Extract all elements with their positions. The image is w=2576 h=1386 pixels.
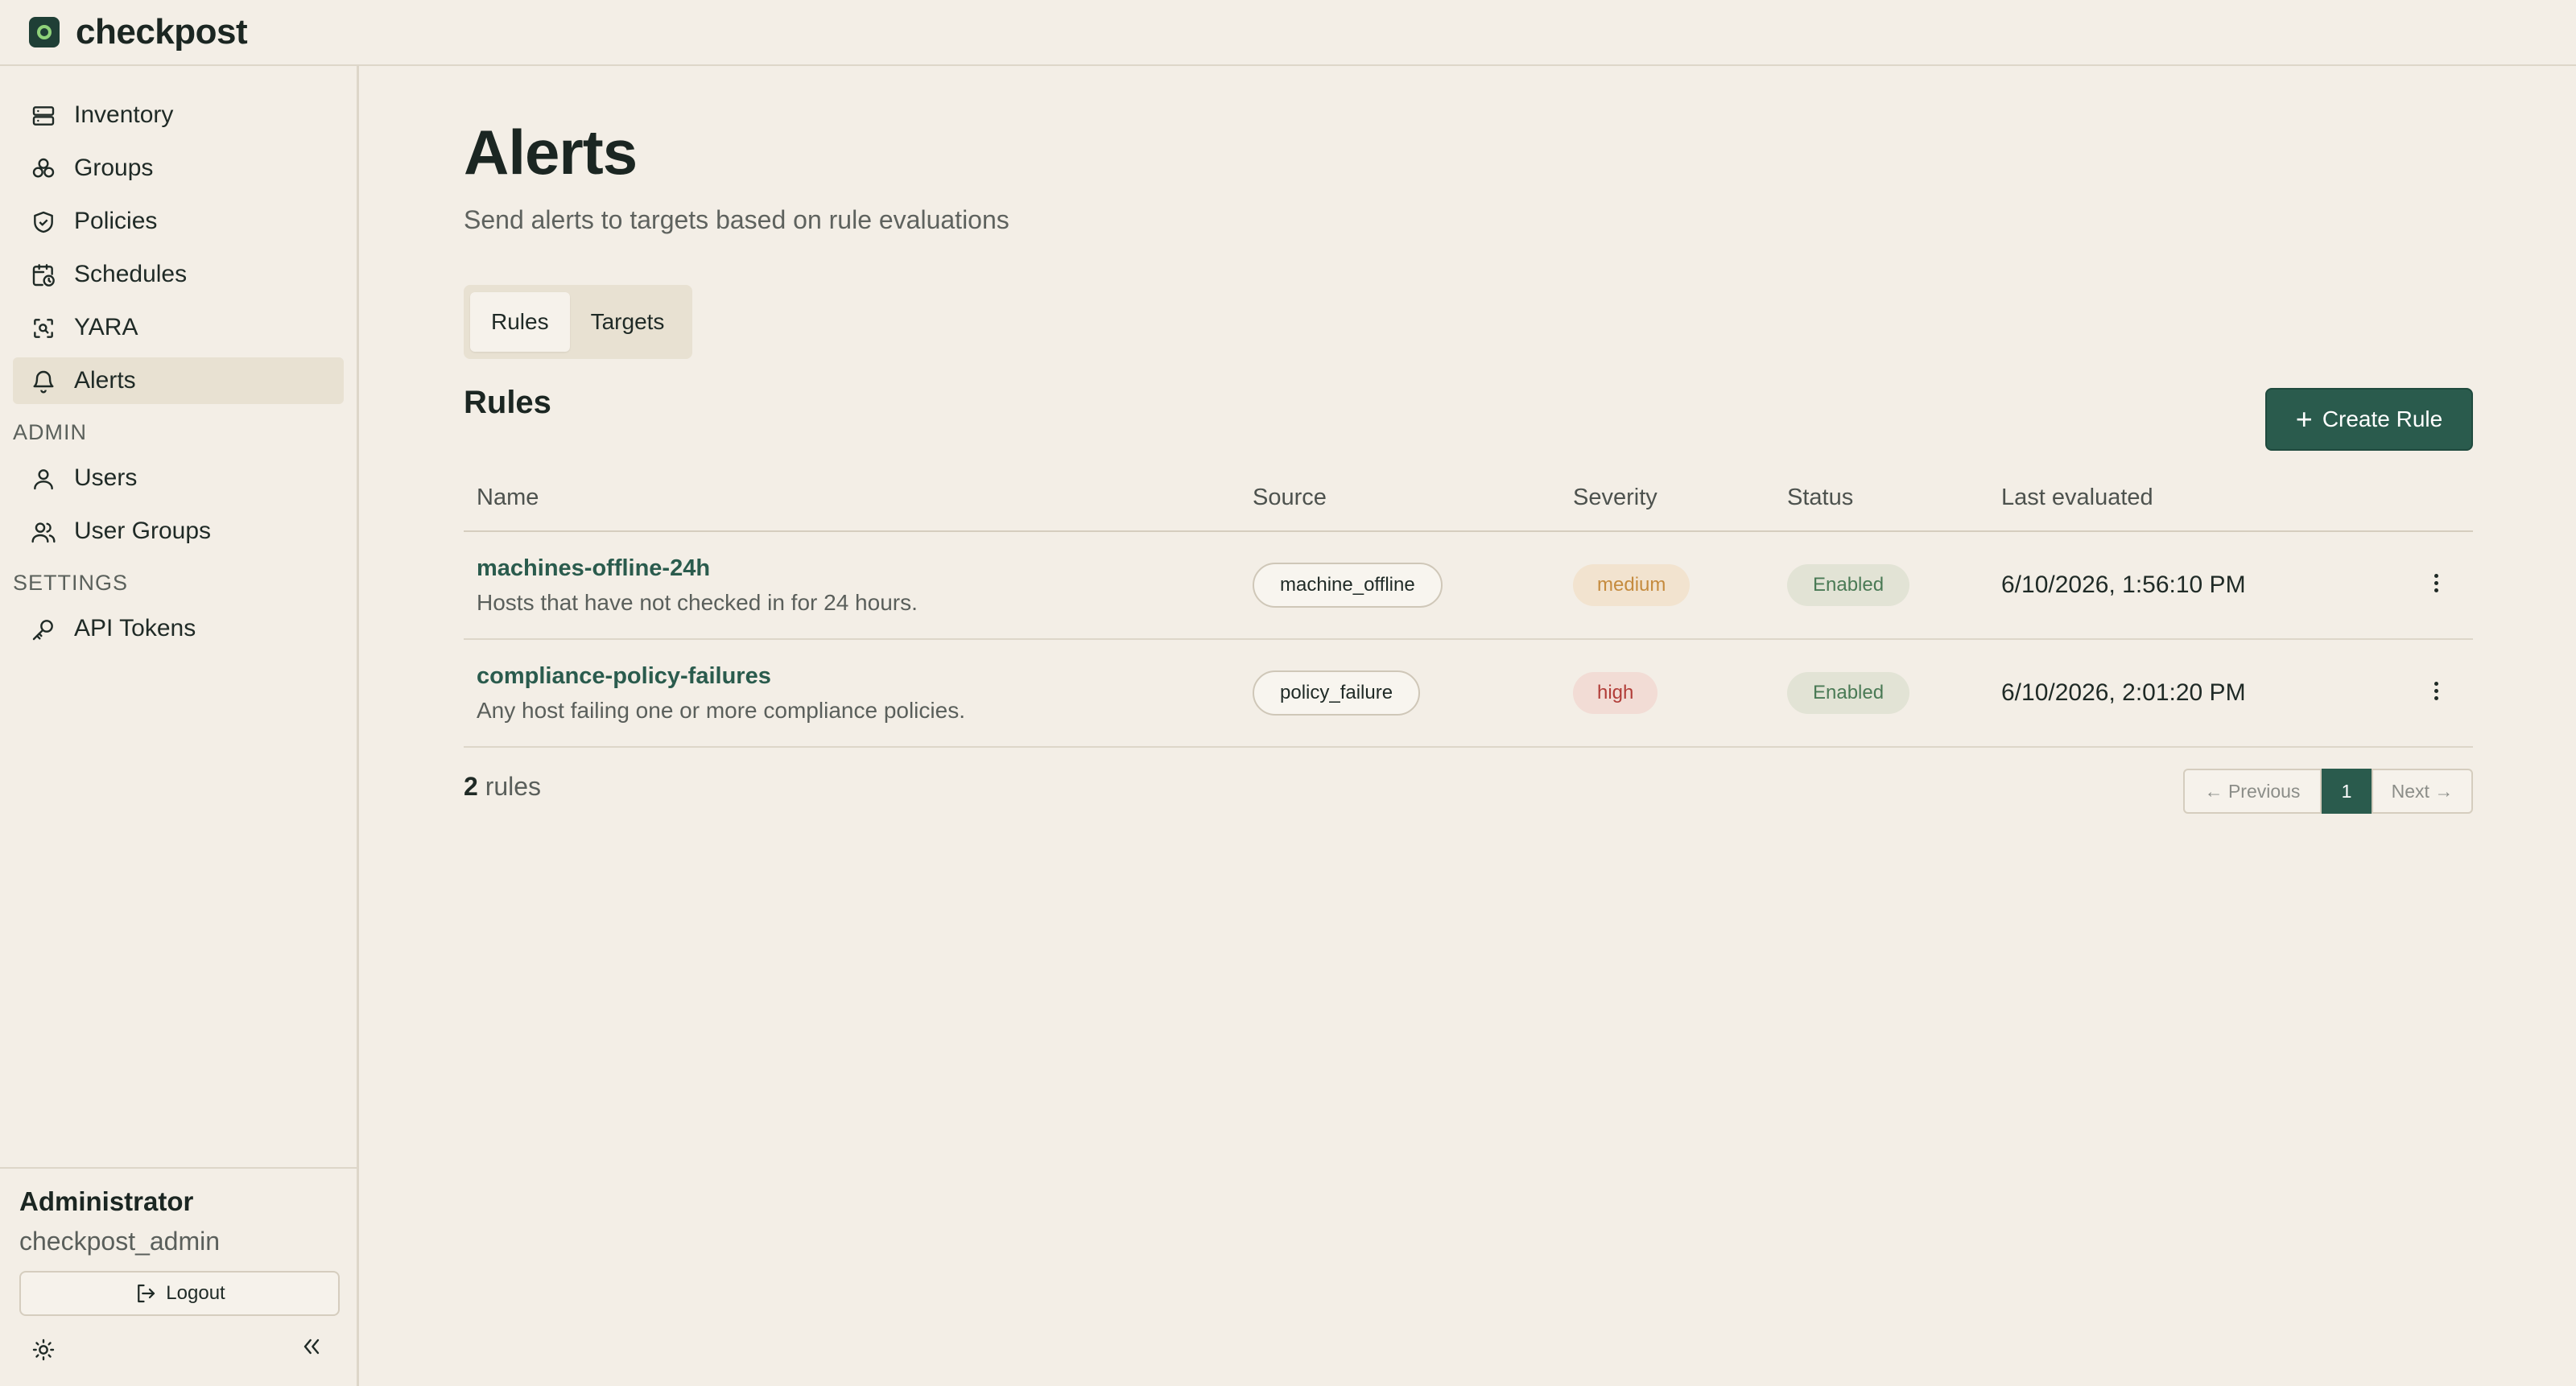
sidebar-item-label: Groups xyxy=(74,155,154,181)
sidebar-item-label: Users xyxy=(74,464,138,491)
column-header-status[interactable]: Status xyxy=(1774,465,1988,532)
user-icon xyxy=(34,469,53,490)
sidebar-item-label: API Tokens xyxy=(74,615,196,641)
column-header-last-evaluated[interactable]: Last evaluated xyxy=(1988,465,2407,532)
table-header-row: Name Source Severity Status Last evaluat… xyxy=(464,465,2473,532)
brand-name: checkpost xyxy=(76,12,248,52)
rules-table: Name Source Severity Status Last evaluat… xyxy=(464,465,2473,748)
section-title: Rules xyxy=(464,385,551,420)
rule-name-link[interactable]: machines-offline-24h xyxy=(477,555,1240,582)
main-content: Alerts Send alerts to targets based on r… xyxy=(464,66,2473,836)
bell-icon xyxy=(33,370,54,394)
table-footer: 2 rules ← Previous 1 Next → xyxy=(464,748,2473,836)
more-options-icon[interactable] xyxy=(2433,573,2439,593)
last-evaluated: 6/10/2026, 2:01:20 PM xyxy=(2001,679,2246,706)
sidebar-item-label: Inventory xyxy=(74,101,174,128)
sidebar-item-schedules[interactable]: Schedules xyxy=(13,251,344,298)
severity-badge: high xyxy=(1573,672,1658,714)
status-badge: Enabled xyxy=(1787,564,1910,606)
sidebar-item-label: Alerts xyxy=(74,367,136,394)
severity-badge: medium xyxy=(1573,564,1690,606)
calendar-clock-icon xyxy=(32,264,55,287)
logout-icon xyxy=(138,1284,155,1303)
rule-description: Hosts that have not checked in for 24 ho… xyxy=(477,589,918,615)
rule-name-link[interactable]: compliance-policy-failures xyxy=(477,663,1240,690)
column-header-actions xyxy=(2407,465,2473,532)
users-icon xyxy=(31,522,56,543)
sidebar-item-label: YARA xyxy=(74,314,138,340)
tab-rules[interactable]: Rules xyxy=(470,292,570,352)
admin-section-label: ADMIN xyxy=(13,420,87,444)
rule-count-number: 2 xyxy=(464,772,478,801)
last-evaluated: 6/10/2026, 1:56:10 PM xyxy=(2001,571,2246,598)
sidebar-item-policies[interactable]: Policies xyxy=(13,198,344,245)
user-name: checkpost_admin xyxy=(19,1227,221,1256)
page-subtitle: Send alerts to targets based on rule eva… xyxy=(464,205,1009,234)
logout-label: Logout xyxy=(166,1282,225,1304)
collapse-sidebar-icon[interactable] xyxy=(299,1334,324,1359)
groups-icon xyxy=(32,158,55,178)
tab-bar: Rules Targets xyxy=(464,285,692,359)
shield-icon xyxy=(34,211,53,233)
next-page-button[interactable]: Next → xyxy=(2372,769,2473,814)
column-header-severity[interactable]: Severity xyxy=(1560,465,1774,532)
key-icon xyxy=(32,620,53,641)
app-root: checkpost Inventory Groups Policies Sche… xyxy=(0,0,2576,1386)
sidebar-item-label: Policies xyxy=(74,208,158,234)
logout-button[interactable]: Logout xyxy=(19,1271,340,1316)
server-icon xyxy=(32,106,55,126)
more-options-icon[interactable] xyxy=(2433,681,2439,701)
table-row: compliance-policy-failures Any host fail… xyxy=(464,639,2473,748)
tab-targets[interactable]: Targets xyxy=(570,292,686,352)
rule-count: 2 rules xyxy=(464,772,541,802)
previous-page-button[interactable]: ← Previous xyxy=(2183,769,2322,814)
sidebar-item-users[interactable]: Users xyxy=(13,455,344,501)
rule-count-label: rules xyxy=(485,772,542,801)
sidebar-item-yara[interactable]: YARA xyxy=(13,304,344,351)
sidebar-item-label: Schedules xyxy=(74,261,188,287)
sidebar-nav: Inventory Groups Policies Schedules YARA… xyxy=(0,66,357,652)
rule-description: Any host failing one or more compliance … xyxy=(477,697,965,723)
scan-icon xyxy=(34,319,53,338)
create-rule-label: Create Rule xyxy=(2322,406,2443,431)
sidebar-item-api-tokens[interactable]: API Tokens xyxy=(13,605,344,652)
sidebar-item-user-groups[interactable]: User Groups xyxy=(13,508,344,555)
sidebar-footer: Administrator checkpost_admin Logout xyxy=(0,1167,357,1386)
current-page-button[interactable]: 1 xyxy=(2322,769,2372,814)
page-title: Alerts xyxy=(464,117,638,188)
top-bar: checkpost xyxy=(0,0,2576,66)
column-header-source[interactable]: Source xyxy=(1240,465,1560,532)
settings-section-label: SETTINGS xyxy=(13,571,129,595)
sidebar-item-label: User Groups xyxy=(74,518,212,544)
sidebar: Inventory Groups Policies Schedules YARA… xyxy=(0,66,359,1386)
status-badge: Enabled xyxy=(1787,672,1910,714)
footer-tools xyxy=(19,1326,337,1374)
user-role: Administrator xyxy=(19,1186,194,1216)
sidebar-item-groups[interactable]: Groups xyxy=(13,145,344,192)
pagination: ← Previous 1 Next → xyxy=(2183,769,2473,814)
plus-icon: + xyxy=(2295,402,2313,435)
column-header-name[interactable]: Name xyxy=(464,465,1240,532)
sidebar-item-alerts[interactable]: Alerts xyxy=(13,357,344,404)
source-badge: policy_failure xyxy=(1253,670,1421,716)
create-rule-button[interactable]: + Create Rule xyxy=(2265,388,2473,451)
sidebar-item-inventory[interactable]: Inventory xyxy=(13,92,344,138)
sun-icon[interactable] xyxy=(31,1337,56,1363)
table-row: machines-offline-24h Hosts that have not… xyxy=(464,531,2473,640)
source-badge: machine_offline xyxy=(1253,563,1443,608)
rules-header: Rules + Create Rule xyxy=(464,377,2473,465)
logo-icon xyxy=(29,17,60,47)
